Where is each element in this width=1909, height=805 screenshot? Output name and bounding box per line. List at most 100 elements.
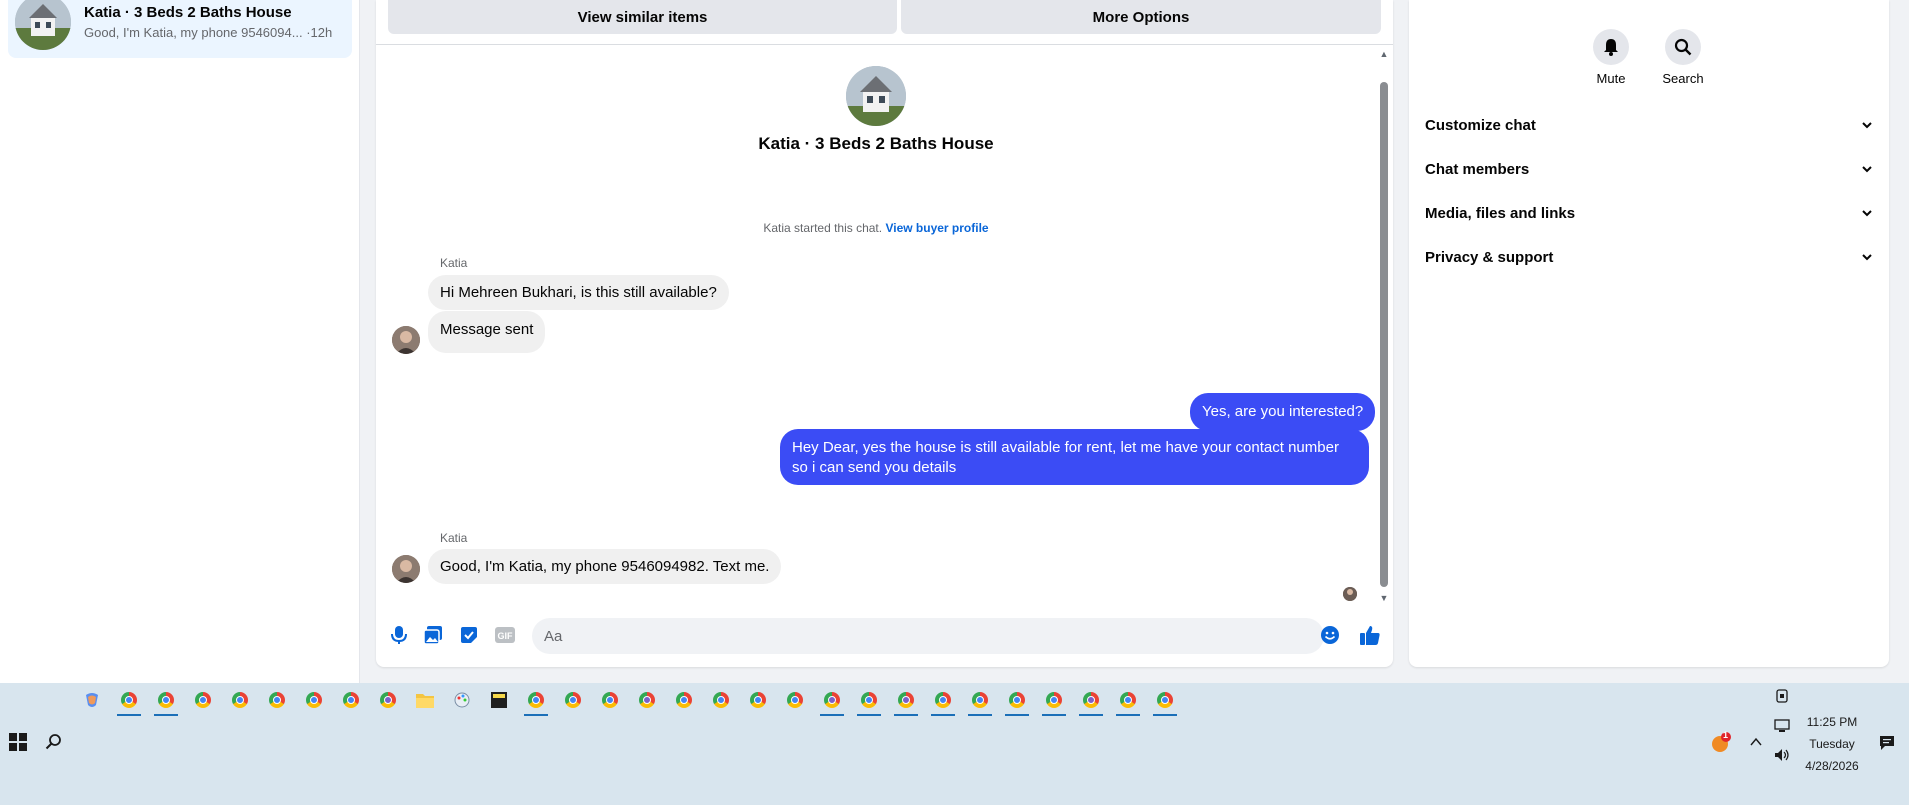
- message-sender-name: Katia: [440, 256, 468, 270]
- chat-profile-avatar[interactable]: [846, 66, 906, 126]
- chat-info-panel: Mute Search Customize chat Chat members …: [1409, 0, 1889, 667]
- chrome-app-icon[interactable]: [337, 686, 365, 714]
- chrome-app-icon[interactable]: [892, 686, 920, 716]
- chrome-app-icon[interactable]: [707, 686, 735, 714]
- section-privacy-support[interactable]: Privacy & support: [1425, 239, 1873, 275]
- chrome-app-icon[interactable]: [1114, 686, 1142, 716]
- chrome-app-icon[interactable]: [559, 686, 587, 714]
- section-customize-chat[interactable]: Customize chat: [1425, 107, 1873, 143]
- section-label: Media, files and links: [1425, 204, 1576, 222]
- search-icon[interactable]: [1665, 29, 1701, 65]
- chrome-app-icon[interactable]: [1003, 686, 1031, 716]
- paint-app-icon[interactable]: [448, 686, 476, 714]
- clock-day[interactable]: Tuesday: [1800, 737, 1864, 751]
- svg-text:GIF: GIF: [498, 631, 514, 641]
- chrome-app-icon[interactable]: [744, 686, 772, 714]
- chrome-app-icon[interactable]: [596, 686, 624, 714]
- microphone-icon[interactable]: [388, 624, 410, 646]
- message-bubble-outgoing[interactable]: Yes, are you interested?: [1190, 393, 1376, 431]
- notification-center-icon[interactable]: [1879, 735, 1895, 751]
- chat-scrollbar[interactable]: ▲ ▼: [1379, 50, 1389, 605]
- chrome-app-icon[interactable]: [818, 686, 846, 716]
- windows-start-icon[interactable]: [9, 733, 27, 751]
- emoji-icon[interactable]: [1319, 624, 1341, 646]
- chevron-up-icon[interactable]: [1750, 737, 1762, 747]
- mute-action[interactable]: Mute: [1581, 29, 1641, 86]
- chevron-down-icon: [1862, 254, 1872, 261]
- chat-started-line: Katia started this chat. View buyer prof…: [376, 221, 1376, 235]
- section-label: Privacy & support: [1425, 248, 1554, 266]
- message-input[interactable]: [532, 618, 1324, 654]
- scrollbar-thumb[interactable]: [1380, 82, 1388, 587]
- chat-started-text: Katia started this chat.: [763, 221, 883, 235]
- photo-icon[interactable]: [422, 624, 444, 646]
- search-action[interactable]: Search: [1653, 29, 1713, 86]
- chrome-app-icon[interactable]: [1151, 686, 1179, 716]
- seen-indicator-avatar: [1343, 587, 1357, 601]
- chrome-app-icon[interactable]: [226, 686, 254, 714]
- scroll-down-arrow-icon[interactable]: ▼: [1379, 594, 1389, 603]
- clock-date[interactable]: 4/28/2026: [1800, 759, 1864, 773]
- sticky-notes-icon[interactable]: [485, 686, 513, 714]
- copilot-app-icon[interactable]: [78, 686, 106, 714]
- chat-header-name: Katia · 3 Beds 2 Baths House: [758, 134, 994, 153]
- conversation-time: ·12h: [306, 25, 333, 40]
- message-bubble-incoming[interactable]: Good, I'm Katia, my phone 9546094982. Te…: [428, 549, 782, 584]
- conversation-title: Katia · 3 Beds 2 Baths House: [84, 4, 292, 21]
- sticker-icon[interactable]: [458, 624, 480, 646]
- network-icon[interactable]: [1774, 719, 1790, 733]
- volume-icon[interactable]: [1774, 748, 1790, 762]
- chrome-app-icon[interactable]: [300, 686, 328, 714]
- message-bubble-incoming[interactable]: Message sent: [428, 311, 546, 353]
- chevron-down-icon: [1862, 210, 1872, 217]
- notification-badge: 1: [1723, 730, 1729, 740]
- search-label: Search: [1662, 71, 1704, 86]
- conversation-list: Katia · 3 Beds 2 Baths House Good, I'm K…: [0, 0, 360, 683]
- message-bubble-incoming[interactable]: Hi Mehreen Bukhari, is this still availa…: [428, 275, 729, 310]
- chrome-app-icon[interactable]: [1040, 686, 1068, 716]
- chevron-down-icon: [1862, 166, 1872, 173]
- chat-panel: View similar items More Options Katia · …: [376, 0, 1393, 667]
- chrome-app-icon[interactable]: [263, 686, 291, 714]
- section-media-files-links[interactable]: Media, files and links: [1425, 195, 1873, 231]
- taskbar-search-icon[interactable]: [45, 733, 63, 751]
- page-scrollbar-track[interactable]: [1893, 0, 1909, 683]
- chrome-app-icon[interactable]: [1077, 686, 1105, 716]
- gif-icon[interactable]: GIF: [494, 624, 516, 646]
- sender-avatar[interactable]: [392, 555, 420, 583]
- chrome-app-icon[interactable]: [374, 686, 402, 714]
- more-options-button[interactable]: More Options: [901, 0, 1381, 34]
- chrome-app-icon[interactable]: [855, 686, 883, 716]
- clock-time[interactable]: 11:25 PM: [1800, 715, 1864, 729]
- chrome-app-icon[interactable]: [929, 686, 957, 716]
- listing-thumbnail: [15, 0, 71, 50]
- message-sender-name: Katia: [440, 531, 468, 545]
- file-explorer-icon[interactable]: [411, 686, 439, 714]
- conversation-item-katia[interactable]: Katia · 3 Beds 2 Baths House Good, I'm K…: [8, 0, 352, 58]
- section-label: Customize chat: [1425, 116, 1536, 134]
- weather-app-icon[interactable]: 1: [1709, 730, 1731, 753]
- thumbs-up-icon[interactable]: [1359, 624, 1381, 646]
- view-similar-items-button[interactable]: View similar items: [388, 0, 897, 34]
- view-buyer-profile-link[interactable]: View buyer profile: [885, 221, 988, 235]
- meet-now-icon[interactable]: [1775, 688, 1789, 704]
- chrome-app-icon[interactable]: [633, 686, 661, 714]
- chrome-app-icon[interactable]: [522, 686, 550, 716]
- chrome-app-icon[interactable]: [781, 686, 809, 714]
- conversation-snippet: Good, I'm Katia, my phone 9546094... ·12…: [84, 25, 332, 40]
- chevron-down-icon: [1862, 122, 1872, 129]
- sender-avatar[interactable]: [392, 326, 420, 354]
- section-chat-members[interactable]: Chat members: [1425, 151, 1873, 187]
- chrome-app-icon[interactable]: [670, 686, 698, 714]
- message-bubble-outgoing[interactable]: Hey Dear, yes the house is still availab…: [780, 429, 1369, 485]
- section-label: Chat members: [1425, 160, 1530, 178]
- conversation-snippet-text: Good, I'm Katia, my phone 9546094...: [84, 25, 303, 40]
- divider: [376, 44, 1393, 45]
- scroll-up-arrow-icon[interactable]: ▲: [1379, 50, 1389, 59]
- chrome-app-icon[interactable]: [152, 686, 180, 716]
- chrome-app-icon[interactable]: [115, 686, 143, 716]
- chrome-app-icon[interactable]: [966, 686, 994, 716]
- bell-icon[interactable]: [1593, 29, 1629, 65]
- mute-label: Mute: [1596, 71, 1626, 86]
- chrome-app-icon[interactable]: [189, 686, 217, 714]
